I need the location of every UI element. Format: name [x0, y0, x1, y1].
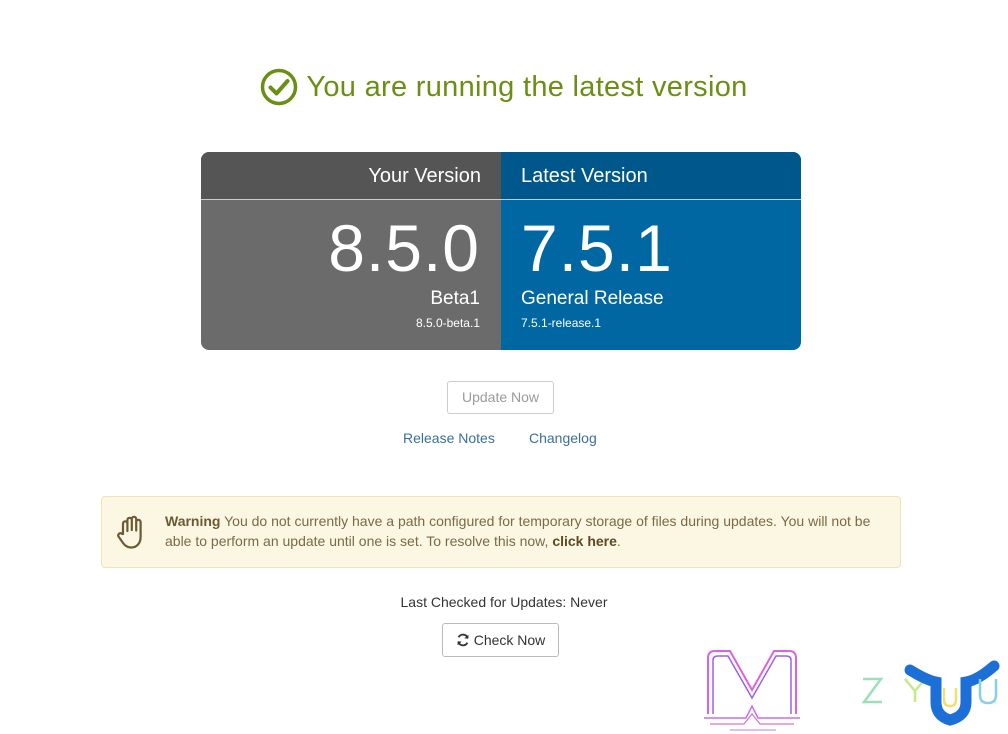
warning-suffix: . [616, 533, 621, 549]
refresh-icon [457, 633, 469, 647]
click-here-link[interactable]: click here [552, 533, 617, 549]
update-now-button[interactable]: Update Now [447, 381, 554, 414]
latest-version-card: Latest Version 7.5.1 General Release 7.5… [501, 152, 801, 350]
your-version-header: Your Version [201, 152, 501, 200]
warning-message: Warning You do not currently have a path… [165, 511, 885, 551]
latest-version-number: 7.5.1 [521, 211, 673, 285]
update-page: You are running the latest version Your … [0, 0, 1008, 734]
latest-version-header: Latest Version [501, 152, 801, 200]
your-version-card: Your Version 8.5.0 Beta1 8.5.0-beta.1 [201, 152, 501, 350]
headline-text: You are running the latest version [306, 70, 748, 103]
release-notes-link[interactable]: Release Notes [403, 430, 495, 446]
warning-label: Warning [165, 513, 221, 529]
status-headline: You are running the latest version [0, 68, 1008, 106]
zyku-watermark-logo [704, 650, 1000, 731]
warning-text: You do not currently have a path configu… [165, 513, 871, 549]
your-version-build: 8.5.0-beta.1 [415, 316, 480, 330]
check-now-button[interactable]: Check Now [442, 623, 559, 657]
warning-alert: Warning You do not currently have a path… [101, 496, 901, 568]
latest-version-release: General Release [521, 288, 664, 309]
your-version-number: 8.5.0 [328, 211, 480, 285]
check-now-label: Check Now [473, 632, 546, 648]
changelog-link[interactable]: Changelog [529, 430, 597, 446]
version-panel: Your Version 8.5.0 Beta1 8.5.0-beta.1 La… [201, 152, 801, 350]
hand-stop-icon [117, 515, 142, 549]
your-version-release: Beta1 [430, 288, 480, 309]
last-checked-text: Last Checked for Updates: Never [400, 594, 608, 610]
check-circle-icon [261, 68, 298, 106]
latest-version-build: 7.5.1-release.1 [521, 316, 602, 330]
